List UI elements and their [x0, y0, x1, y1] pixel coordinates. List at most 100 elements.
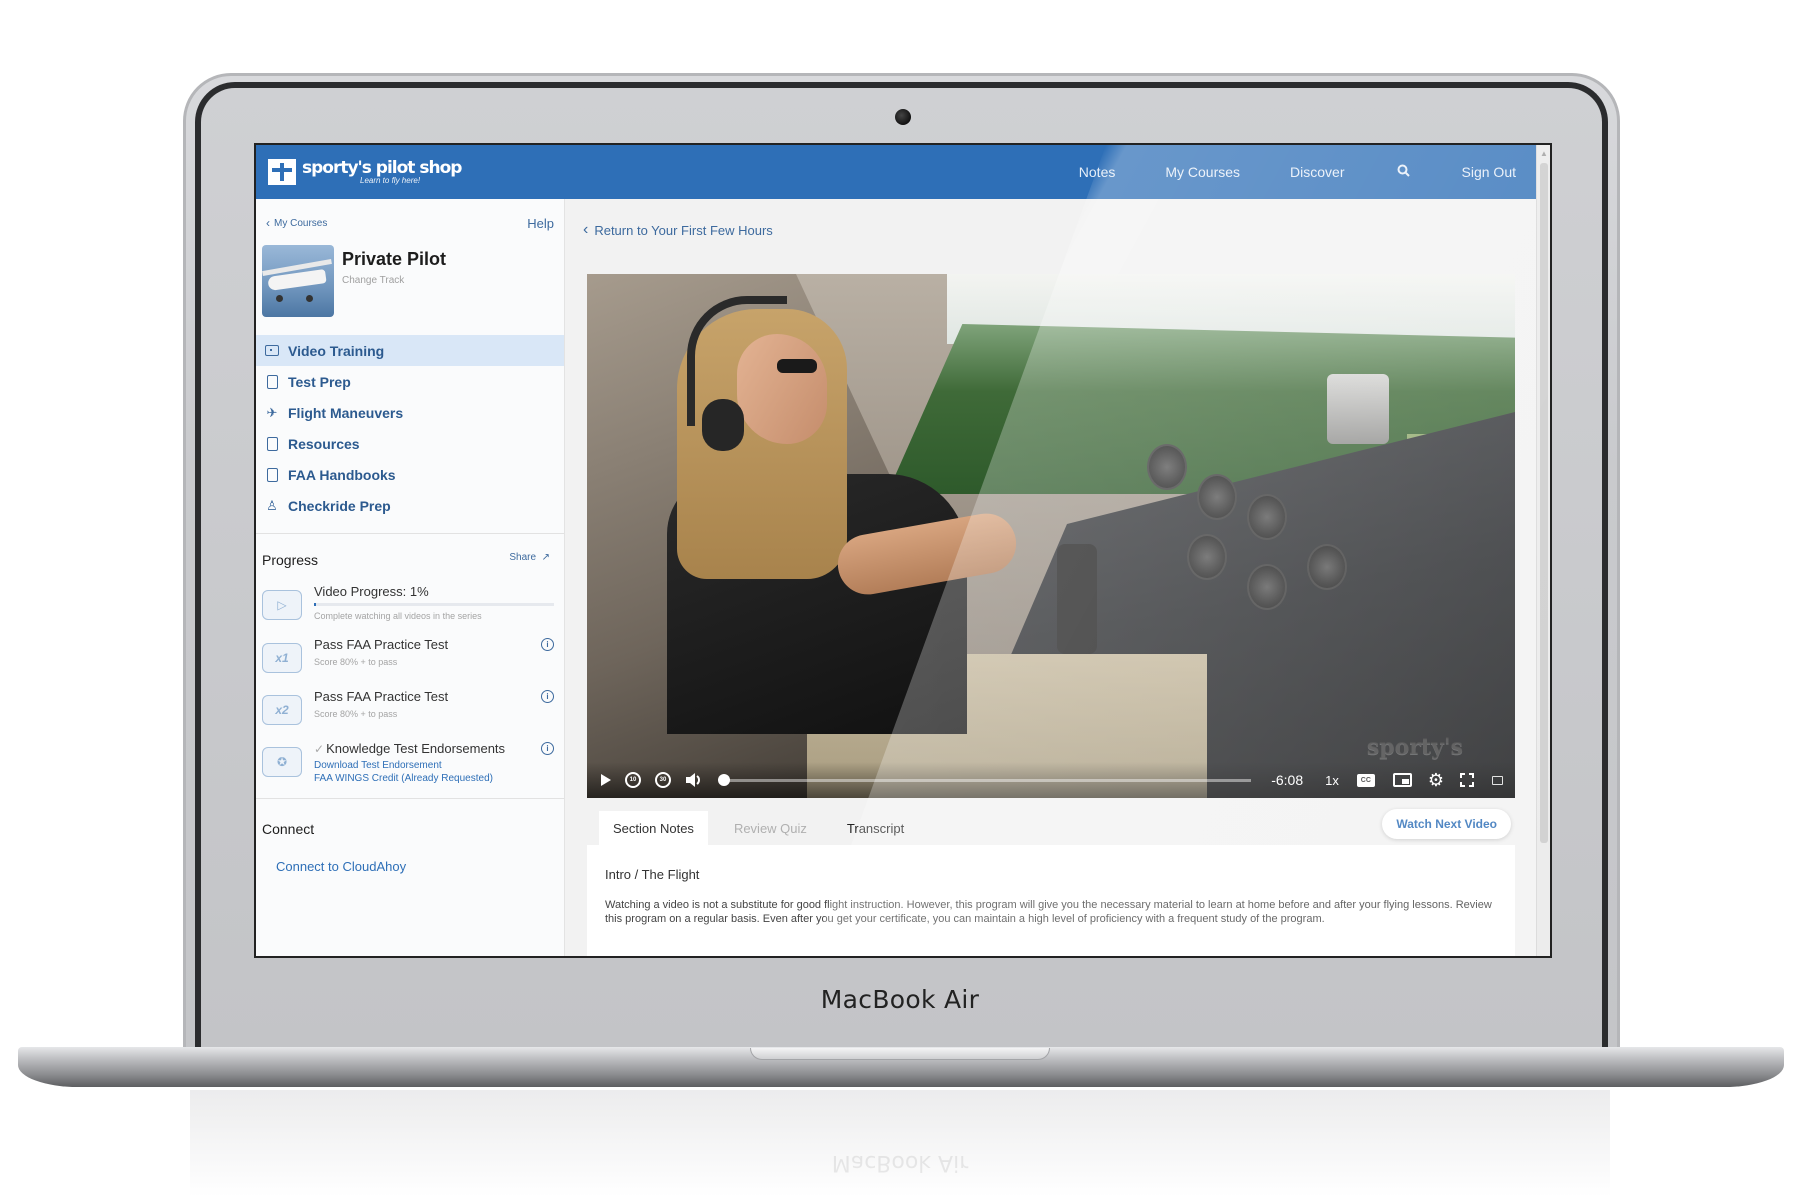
- progress-sub: Score 80% + to pass: [314, 709, 398, 719]
- back-to-my-courses-link[interactable]: ‹ My Courses: [266, 216, 327, 230]
- chevron-left-icon: ‹: [266, 216, 270, 230]
- fullscreen-icon[interactable]: [1460, 773, 1474, 787]
- nav-sign-out[interactable]: Sign Out: [1462, 164, 1516, 180]
- sidebar-item-label: FAA Handbooks: [288, 466, 396, 483]
- progress-item-practice-test-2: x2 Pass FAA Practice Test i Score 80% + …: [256, 689, 564, 725]
- info-icon[interactable]: i: [541, 638, 554, 651]
- airplane-icon: ✈: [266, 404, 278, 420]
- video-badge-icon: ▷: [262, 590, 302, 620]
- info-icon[interactable]: i: [541, 742, 554, 755]
- course-header: Private Pilot Change Track: [256, 245, 564, 317]
- progress-label: Pass FAA Practice Test: [314, 637, 449, 652]
- main-nav: Notes My Courses Discover Sign Out: [1029, 145, 1538, 199]
- download-endorsement-link[interactable]: Download Test Endorsement: [314, 760, 554, 771]
- pilot-icon: ♙: [266, 497, 278, 513]
- course-title: Private Pilot: [342, 249, 447, 269]
- sidebar: ‹ My Courses Help Private Pilot Change T…: [256, 199, 565, 956]
- video-icon: [264, 343, 280, 359]
- video-controls: 10 30 -6:08 1x CC ⚙: [587, 762, 1515, 798]
- sidebar-item-label: Test Prep: [288, 373, 351, 390]
- connect-heading: Connect: [262, 821, 315, 837]
- sidebar-menu: Video Training Test Prep ✈ Flight Maneuv…: [256, 335, 564, 521]
- tab-transcript[interactable]: Transcript: [833, 811, 918, 845]
- laptop-notch: [750, 1048, 1050, 1060]
- sidebar-item-flight-maneuvers[interactable]: ✈ Flight Maneuvers: [256, 397, 564, 428]
- divider: [256, 798, 564, 799]
- brand-logo[interactable]: sporty's pilot shop Learn to fly here!: [268, 157, 462, 185]
- forward-30-icon[interactable]: 30: [655, 772, 671, 788]
- info-icon[interactable]: i: [541, 690, 554, 703]
- scroll-thumb[interactable]: [1540, 163, 1548, 843]
- closed-captions-icon[interactable]: CC: [1356, 773, 1375, 787]
- chevron-left-icon: ‹: [583, 221, 589, 238]
- divider: [256, 533, 564, 534]
- sidebar-item-video-training[interactable]: Video Training: [256, 335, 564, 366]
- video-progress-fill: [314, 603, 317, 606]
- progress-label: Pass FAA Practice Test: [314, 689, 449, 704]
- tab-review-quiz[interactable]: Review Quiz: [720, 811, 821, 845]
- screen: sporty's pilot shop Learn to fly here! N…: [254, 143, 1552, 958]
- scroll-up-icon[interactable]: ▲: [1540, 149, 1548, 158]
- sidebar-item-faa-handbooks[interactable]: FAA Handbooks: [256, 459, 564, 490]
- check-icon: ✓: [314, 742, 325, 756]
- external-arrow-icon: ↗: [538, 552, 550, 563]
- return-link[interactable]: ‹ Return to Your First Few Hours: [583, 221, 773, 239]
- sidebar-item-label: Video Training: [288, 342, 385, 359]
- seek-handle[interactable]: [717, 773, 730, 786]
- device-label: MacBook Air: [820, 985, 980, 1014]
- progress-label: Video Progress: 1%: [314, 584, 429, 599]
- sidebar-item-checkride-prep[interactable]: ♙ Checkride Prep: [256, 490, 564, 521]
- nav-my-courses[interactable]: My Courses: [1165, 164, 1240, 180]
- wings-badge-icon: ✪: [262, 747, 302, 777]
- sidebar-item-label: Flight Maneuvers: [288, 404, 404, 421]
- progress-heading: Progress: [262, 552, 319, 568]
- brand-name: sporty's pilot shop: [302, 157, 462, 178]
- sidebar-item-resources[interactable]: Resources: [256, 428, 564, 459]
- video-progress-bar: [314, 603, 554, 606]
- progress-label: Knowledge Test Endorsements: [326, 741, 506, 756]
- watch-next-video-button[interactable]: Watch Next Video: [1382, 809, 1511, 839]
- picture-in-picture-icon[interactable]: [1392, 773, 1412, 787]
- playback-rate-button[interactable]: 1x: [1325, 773, 1339, 788]
- faa-wings-credit-link[interactable]: FAA WINGS Credit (Already Requested): [314, 773, 554, 784]
- notes-body: Watching a video is not a substitute for…: [605, 899, 1492, 925]
- camera-icon: [895, 109, 911, 125]
- sidebar-item-test-prep[interactable]: Test Prep: [256, 366, 564, 397]
- share-button[interactable]: Share ↗: [509, 552, 550, 568]
- time-remaining: -6:08: [1271, 772, 1304, 788]
- progress-item-practice-test-1: x1 Pass FAA Practice Test i Score 80% + …: [256, 637, 564, 673]
- seek-bar[interactable]: [717, 773, 1252, 786]
- sidebar-item-label: Checkride Prep: [288, 497, 391, 514]
- nav-discover[interactable]: Discover: [1290, 164, 1344, 180]
- nav-notes[interactable]: Notes: [1079, 164, 1116, 180]
- play-icon[interactable]: [601, 774, 611, 786]
- volume-icon[interactable]: [685, 772, 703, 788]
- airplane-logo-icon: [268, 159, 296, 185]
- search-icon[interactable]: [1397, 164, 1410, 180]
- reflection: [190, 1090, 1610, 1197]
- cast-icon[interactable]: [1492, 775, 1503, 785]
- pdf-icon: [264, 467, 280, 483]
- page-scrollbar[interactable]: ▲: [1536, 145, 1550, 956]
- notes-title: Intro / The Flight: [605, 867, 700, 882]
- progress-item-endorsements: ✪ ✓ Knowledge Test Endorsements i Downloa…: [256, 741, 564, 784]
- settings-gear-icon[interactable]: ⚙: [1428, 771, 1444, 789]
- change-track-link[interactable]: Change Track: [342, 275, 404, 286]
- progress-item-video: ▷ Video Progress: 1% Complete watching a…: [256, 584, 564, 621]
- section-notes-panel: Intro / The Flight Watching a video is n…: [587, 845, 1515, 956]
- progress-sub: Complete watching all videos in the seri…: [314, 611, 482, 621]
- reflection-label: MacBook Air: [831, 1150, 969, 1175]
- rewind-10-icon[interactable]: 10: [625, 772, 641, 788]
- progress-sub: Score 80% + to pass: [314, 657, 398, 667]
- pdf-icon: [264, 436, 280, 452]
- video-player[interactable]: sporty's 10 30 -6:08 1x CC ⚙: [587, 274, 1515, 798]
- x2-badge-icon: x2: [262, 695, 302, 725]
- top-navbar: sporty's pilot shop Learn to fly here! N…: [256, 145, 1538, 199]
- tab-section-notes[interactable]: Section Notes: [599, 811, 708, 845]
- sidebar-item-label: Resources: [288, 435, 360, 452]
- help-link[interactable]: Help: [527, 216, 554, 231]
- document-icon: [264, 374, 280, 390]
- x1-badge-icon: x1: [262, 643, 302, 673]
- back-label: My Courses: [274, 217, 328, 229]
- connect-cloudahoy-link[interactable]: Connect to CloudAhoy: [276, 859, 564, 874]
